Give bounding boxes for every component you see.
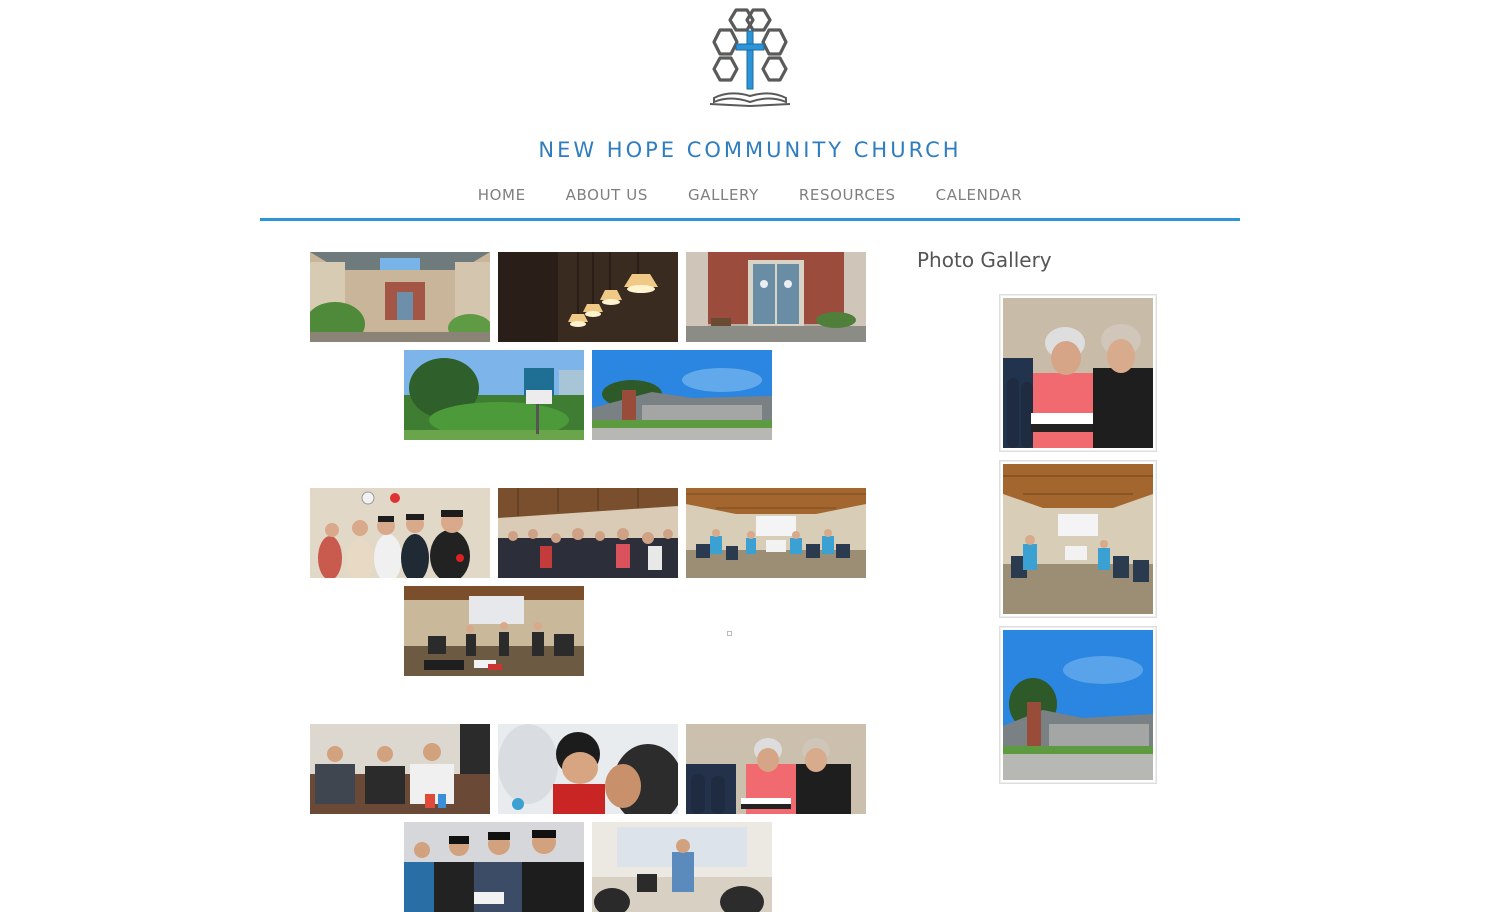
nav-resources[interactable]: RESOURCES xyxy=(799,186,896,204)
gallery-photo-church-sign[interactable] xyxy=(404,350,584,440)
main-nav: HOME ABOUT US GALLERY RESOURCES CALENDAR xyxy=(0,186,1500,204)
site-title[interactable]: NEW HOPE COMMUNITY CHURCH xyxy=(0,138,1500,162)
nav-divider xyxy=(260,218,1240,221)
nav-about-us[interactable]: ABOUT US xyxy=(566,186,648,204)
sidebar-title: Photo Gallery xyxy=(917,248,1052,272)
gallery-photo-church-entrance-doors[interactable] xyxy=(686,252,866,342)
nav-gallery[interactable]: GALLERY xyxy=(688,186,759,204)
gallery-photo-worship-band-stage[interactable] xyxy=(404,586,584,676)
church-logo[interactable] xyxy=(700,6,800,110)
gallery-photo-men-on-sofa[interactable] xyxy=(310,724,490,814)
nav-calendar[interactable]: CALENDAR xyxy=(936,186,1023,204)
gallery-photo-women-reading-bible[interactable] xyxy=(686,724,866,814)
gallery-photo-church-building-exterior[interactable] xyxy=(592,350,772,440)
gallery-photo-worship-hall-wide[interactable] xyxy=(686,488,866,578)
sidebar-photo-worship-hall-wide[interactable] xyxy=(999,460,1157,618)
gallery-photo-child-with-father[interactable] xyxy=(498,724,678,814)
gallery-photo-speaker-at-podium[interactable] xyxy=(592,822,772,912)
gallery-photo-men-reading-bible[interactable] xyxy=(404,822,584,912)
nav-home[interactable]: HOME xyxy=(478,186,526,204)
gallery-photo-congregation-front-row[interactable] xyxy=(310,488,490,578)
sidebar-photo-women-reading-bible[interactable] xyxy=(999,294,1157,452)
gallery-photo-congregation-standing[interactable] xyxy=(498,488,678,578)
sidebar-photo-church-building-exterior[interactable] xyxy=(999,626,1157,784)
gallery-photo-pendant-lights[interactable] xyxy=(498,252,678,342)
loading-placeholder xyxy=(727,631,732,636)
gallery-photo-church-courtyard[interactable] xyxy=(310,252,490,342)
